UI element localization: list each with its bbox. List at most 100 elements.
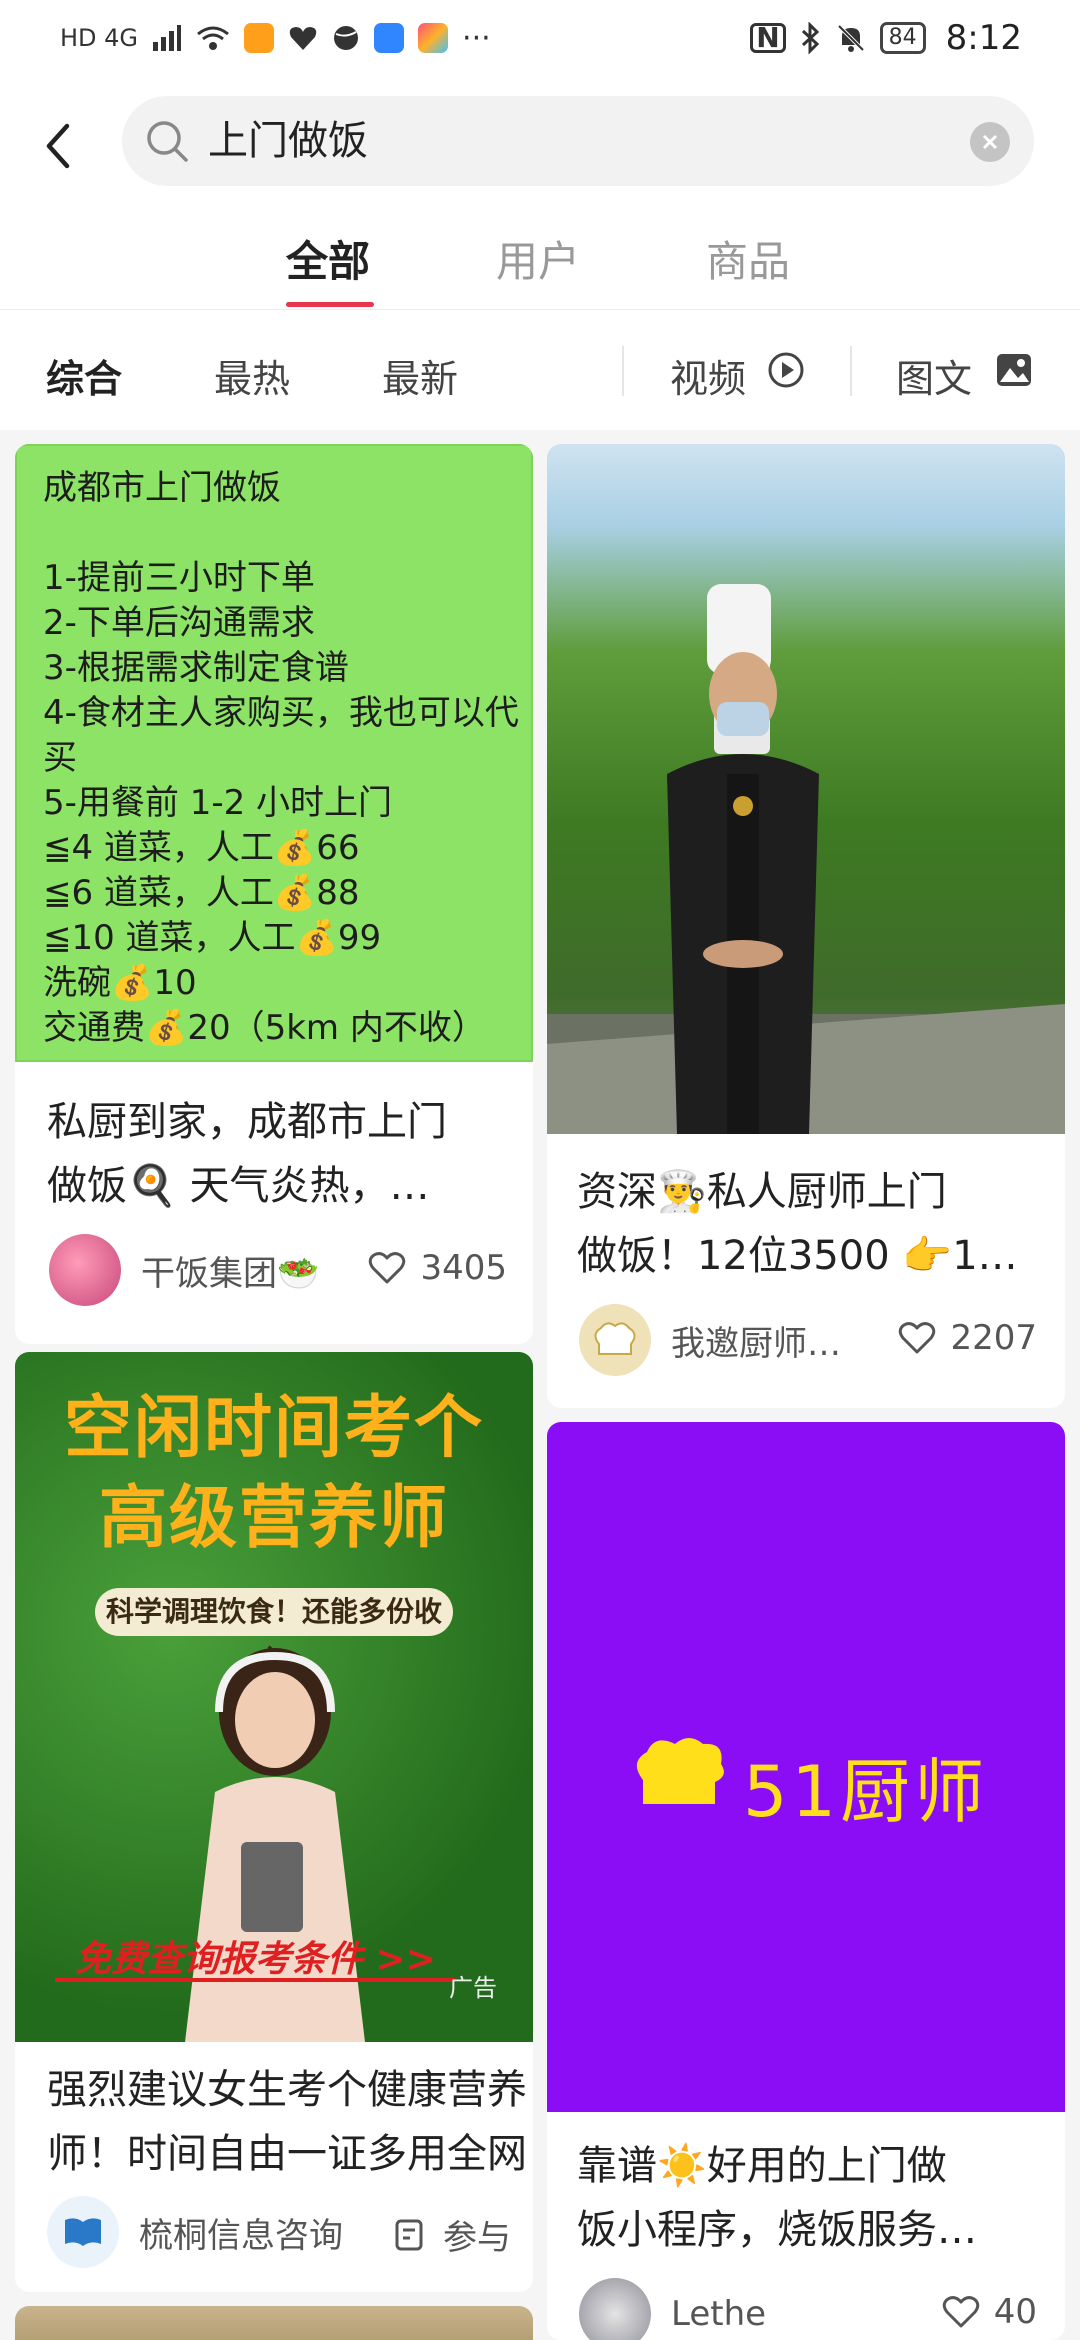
clear-search-button[interactable]: [970, 122, 1010, 162]
clock: 8:12: [945, 18, 1022, 58]
cover-text-line: 4-食材主人家购买，我也可以代: [43, 693, 519, 733]
cover-text-line: 3-根据需求制定食谱: [43, 648, 349, 688]
bluetooth-icon: [801, 22, 819, 54]
mute-bell-icon: [837, 24, 865, 52]
status-left: HD 4G ···: [60, 21, 491, 56]
ad-headline: 高级营养师: [98, 1479, 449, 1558]
divider: [622, 346, 624, 396]
like-button[interactable]: 3405: [368, 1248, 507, 1288]
search-input[interactable]: 上门做饭: [122, 96, 1034, 186]
author-name: 我邀厨师…: [671, 1323, 841, 1364]
filter-image-text[interactable]: 图文: [896, 348, 972, 403]
note-title-line: 饭小程序，烧饭服务…: [577, 2207, 977, 2253]
book-logo-icon: [65, 2218, 101, 2246]
author[interactable]: 我邀厨师…: [579, 1304, 841, 1376]
participate-label: 参与: [443, 2218, 511, 2258]
network-indicator: HD 4G: [60, 24, 139, 52]
filter-newest[interactable]: 最新: [382, 348, 458, 403]
note-title-line: 强烈建议女生考个健康营养: [47, 2067, 527, 2113]
note-title-line: 做饭🍳 天气炎热，…: [47, 1163, 430, 1209]
cover-text-line: 买: [43, 738, 77, 778]
note-title-line: 靠谱☀️好用的上门做: [577, 2143, 947, 2189]
wifi-icon: [197, 26, 229, 50]
status-bar: HD 4G ··· N 84 8:12: [0, 0, 1080, 76]
active-tab-indicator: [286, 302, 374, 307]
cta-underline: [55, 1978, 455, 1982]
author[interactable]: Lethe: [579, 2278, 766, 2340]
ad-label: 广告: [449, 1974, 497, 2002]
cover-text-line: ≦6 道菜，人工💰88: [43, 873, 360, 913]
note-card-partial[interactable]: [15, 2306, 533, 2340]
app-notification-icon: [244, 23, 275, 53]
tab-products[interactable]: 商品: [706, 228, 790, 289]
edit-note-icon: [395, 2219, 423, 2250]
chef-hat-logo-icon: [594, 1322, 636, 1355]
filter-comprehensive[interactable]: 综合: [46, 348, 122, 403]
like-count: 40: [993, 2292, 1037, 2332]
health-icon: [289, 27, 317, 50]
signal-icon: [153, 25, 182, 51]
cover-text-line: ≦4 道菜，人工💰66: [43, 828, 360, 868]
author-name: 梳桐信息咨询: [139, 2215, 343, 2256]
cover-text-line: 5-用餐前 1-2 小时上门: [43, 783, 393, 823]
avatar: [579, 1304, 651, 1376]
nfc-icon: N: [750, 23, 786, 53]
author[interactable]: 梳桐信息咨询: [47, 2196, 343, 2268]
cover-text-line: 1-提前三小时下单: [43, 558, 315, 598]
result-tabs: 全部 用户 商品: [0, 206, 1080, 310]
note-card[interactable]: 成都市上门做饭 1-提前三小时下单 2-下单后沟通需求 3-根据需求制定食谱 4…: [15, 444, 533, 1344]
cover-text-line: ≦10 道菜，人工💰99: [43, 918, 382, 958]
status-right: N 84 8:12: [750, 18, 1022, 58]
like-button[interactable]: 40: [942, 2292, 1037, 2332]
woman-illustration: [185, 1648, 365, 2042]
author-name: Lethe: [671, 2294, 767, 2334]
like-count: 2207: [950, 1318, 1037, 1358]
tab-users[interactable]: 用户: [496, 228, 580, 289]
tab-all[interactable]: 全部: [286, 228, 370, 289]
search-icon: [147, 121, 188, 162]
battery-indicator: 84: [879, 22, 926, 54]
note-title-line: 做饭！12位3500 👉1…: [577, 1233, 1018, 1279]
heart-icon: [942, 2296, 979, 2328]
filter-bar: 综合 最热 最新 视频 图文: [0, 310, 1080, 430]
ad-cover-image: 空闲时间考个 高级营养师 科学调理饮食！还能多份收入 免费查询报考条件 >> 广…: [15, 1352, 533, 2042]
note-title-line: 私厨到家，成都市上门: [47, 1099, 447, 1145]
heart-icon: [369, 1252, 406, 1284]
ad-cta: 免费查询报考条件 >>: [75, 1939, 436, 1980]
divider: [850, 346, 852, 396]
note-card[interactable]: 资深👨‍🍳私人厨师上门 做饭！12位3500 👉1… 我邀厨师… 2207: [547, 444, 1065, 1408]
heart-icon: [899, 1322, 936, 1354]
cover-text-line: 成都市上门做饭: [43, 468, 281, 508]
avatar: [47, 2196, 119, 2268]
search-header: 上门做饭: [0, 76, 1080, 206]
ad-card[interactable]: 空闲时间考个 高级营养师 科学调理饮食！还能多份收入 免费查询报考条件 >> 广…: [15, 1352, 533, 2292]
note-cover-photo: [547, 444, 1065, 1134]
author-name: 干饭集团🥗: [141, 1253, 320, 1294]
chef-hat-icon: [636, 1738, 724, 1804]
ad-headline: 空闲时间考个: [63, 1389, 484, 1468]
avatar: [579, 2278, 651, 2340]
avatar: [49, 1234, 121, 1306]
chevron-left-icon: [46, 123, 70, 169]
note-card[interactable]: 51厨师 靠谱☀️好用的上门做 饭小程序，烧饭服务… Lethe 40: [547, 1422, 1065, 2340]
close-icon: [982, 134, 998, 150]
cover-text-line: 交通费💰20（5km 内不收）: [43, 1008, 486, 1048]
gallery-app-icon: [418, 23, 449, 53]
sports-icon: [334, 26, 359, 50]
message-app-icon: [374, 23, 405, 53]
chef-photo-illustration: [547, 584, 1065, 1134]
author[interactable]: 干饭集团🥗: [49, 1234, 319, 1306]
more-notifications-icon: ···: [462, 20, 491, 56]
cover-text-line: 2-下单后沟通需求: [43, 603, 315, 643]
back-button[interactable]: [30, 112, 86, 180]
logo-text: 51厨师: [743, 1751, 989, 1833]
ad-subheadline: 科学调理饮食！还能多份收入: [95, 1588, 453, 1676]
participate-button[interactable]: 参与: [393, 2210, 511, 2259]
like-button[interactable]: 2207: [898, 1318, 1037, 1358]
filter-video[interactable]: 视频: [670, 348, 746, 403]
image-icon: [997, 354, 1031, 386]
search-query: 上门做饭: [208, 118, 368, 164]
note-title-line: 师！时间自由一证多用全网: [47, 2131, 527, 2177]
note-title-line: 资深👨‍🍳私人厨师上门: [577, 1169, 947, 1215]
filter-hottest[interactable]: 最热: [214, 348, 290, 403]
